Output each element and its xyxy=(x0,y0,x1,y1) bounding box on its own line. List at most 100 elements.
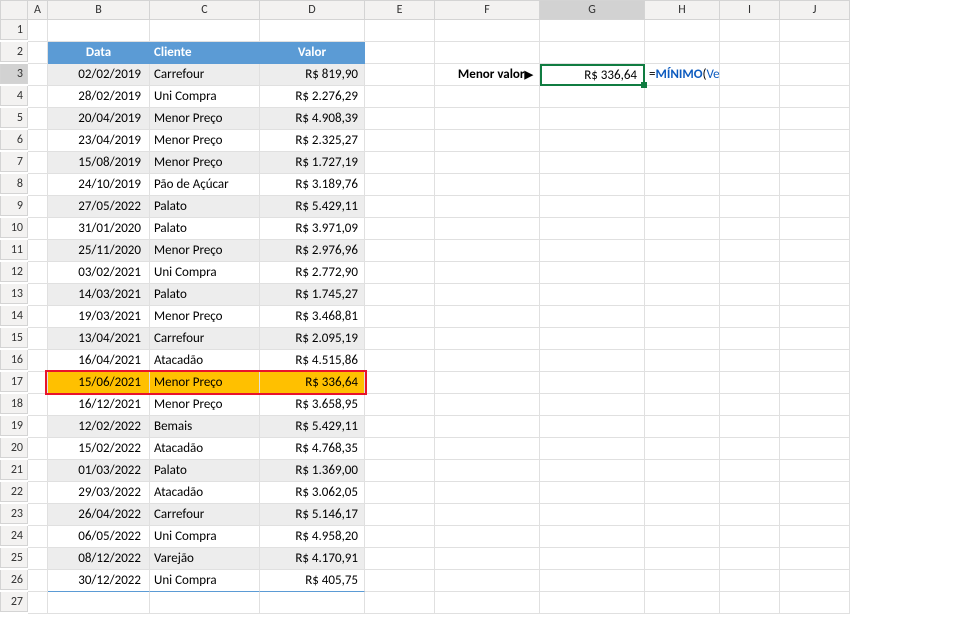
table-row-cliente[interactable]: Palato xyxy=(150,284,260,306)
cell-F11[interactable] xyxy=(435,240,540,262)
cell-I13[interactable] xyxy=(720,284,780,306)
cell-J7[interactable] xyxy=(780,152,850,174)
cell-J24[interactable] xyxy=(780,526,850,548)
cell-E24[interactable] xyxy=(365,526,435,548)
cell-J11[interactable] xyxy=(780,240,850,262)
table-row-valor[interactable]: R$ 1.369,00 xyxy=(260,460,365,482)
cell-A14[interactable] xyxy=(28,306,48,328)
cell-G14[interactable] xyxy=(540,306,645,328)
cell-I12[interactable] xyxy=(720,262,780,284)
table-row-date[interactable]: 28/02/2019 xyxy=(48,86,150,108)
cell-J18[interactable] xyxy=(780,394,850,416)
row-header-27[interactable]: 27 xyxy=(0,592,28,612)
table-row-cliente[interactable]: Carrefour xyxy=(150,504,260,526)
table-row-date[interactable]: 29/03/2022 xyxy=(48,482,150,504)
table-row-cliente[interactable]: Menor Preço xyxy=(150,152,260,174)
cell-A8[interactable] xyxy=(28,174,48,196)
table-row-valor[interactable]: R$ 4.768,35 xyxy=(260,438,365,460)
cell-F6[interactable] xyxy=(435,130,540,152)
table-row-date[interactable]: 16/12/2021 xyxy=(48,394,150,416)
cell-I3[interactable] xyxy=(720,64,780,86)
cell-C27[interactable] xyxy=(150,592,260,614)
cell-E22[interactable] xyxy=(365,482,435,504)
cell-G6[interactable] xyxy=(540,130,645,152)
cell-G23[interactable] xyxy=(540,504,645,526)
cell-A20[interactable] xyxy=(28,438,48,460)
cell-F7[interactable] xyxy=(435,152,540,174)
row-header-11[interactable]: 11 xyxy=(0,240,28,260)
cell-A25[interactable] xyxy=(28,548,48,570)
row-header-9[interactable]: 9 xyxy=(0,196,28,216)
cell-D27[interactable] xyxy=(260,592,365,614)
cell-I19[interactable] xyxy=(720,416,780,438)
table-row-valor[interactable]: R$ 1.745,27 xyxy=(260,284,365,306)
cell-I26[interactable] xyxy=(720,570,780,592)
cell-E17[interactable] xyxy=(365,372,435,394)
table-row-valor[interactable]: R$ 819,90 xyxy=(260,64,365,86)
row-header-12[interactable]: 12 xyxy=(0,262,28,282)
cell-F4[interactable] xyxy=(435,86,540,108)
cell-H7[interactable] xyxy=(645,152,720,174)
cell-E9[interactable] xyxy=(365,196,435,218)
row-header-16[interactable]: 16 xyxy=(0,350,28,370)
cell-I21[interactable] xyxy=(720,460,780,482)
cell-A23[interactable] xyxy=(28,504,48,526)
row-header-10[interactable]: 10 xyxy=(0,218,28,238)
cell-F17[interactable] xyxy=(435,372,540,394)
cell-E5[interactable] xyxy=(365,108,435,130)
cell-I27[interactable] xyxy=(720,592,780,614)
cell-J19[interactable] xyxy=(780,416,850,438)
cell-F23[interactable] xyxy=(435,504,540,526)
cell-A7[interactable] xyxy=(28,152,48,174)
cell-I17[interactable] xyxy=(720,372,780,394)
table-row-cliente[interactable]: Pão de Açúcar xyxy=(150,174,260,196)
table-row-date[interactable]: 12/02/2022 xyxy=(48,416,150,438)
table-row-valor[interactable]: R$ 4.515,86 xyxy=(260,350,365,372)
cell-J5[interactable] xyxy=(780,108,850,130)
cell-J22[interactable] xyxy=(780,482,850,504)
row-header-6[interactable]: 6 xyxy=(0,130,28,150)
cell-E6[interactable] xyxy=(365,130,435,152)
table-row-date[interactable]: 25/11/2020 xyxy=(48,240,150,262)
cell-G16[interactable] xyxy=(540,350,645,372)
cell-F22[interactable] xyxy=(435,482,540,504)
cell-I9[interactable] xyxy=(720,196,780,218)
cell-J9[interactable] xyxy=(780,196,850,218)
cell-H2[interactable] xyxy=(645,42,720,64)
table-row-date[interactable]: 24/10/2019 xyxy=(48,174,150,196)
cell-I23[interactable] xyxy=(720,504,780,526)
cell-J4[interactable] xyxy=(780,86,850,108)
table-row-valor[interactable]: R$ 2.325,27 xyxy=(260,130,365,152)
cell-I10[interactable] xyxy=(720,218,780,240)
table-row-date[interactable]: 31/01/2020 xyxy=(48,218,150,240)
table-row-valor[interactable]: R$ 2.772,90 xyxy=(260,262,365,284)
cell-E20[interactable] xyxy=(365,438,435,460)
cell-G7[interactable] xyxy=(540,152,645,174)
cell-H12[interactable] xyxy=(645,262,720,284)
cell-J8[interactable] xyxy=(780,174,850,196)
table-row-cliente[interactable]: Menor Preço xyxy=(150,240,260,262)
cell-H6[interactable] xyxy=(645,130,720,152)
cell-I11[interactable] xyxy=(720,240,780,262)
cell-H8[interactable] xyxy=(645,174,720,196)
cell-E10[interactable] xyxy=(365,218,435,240)
cell-E7[interactable] xyxy=(365,152,435,174)
row-header-21[interactable]: 21 xyxy=(0,460,28,480)
cell-A11[interactable] xyxy=(28,240,48,262)
table-row-cliente[interactable]: Menor Preço xyxy=(150,306,260,328)
col-header-F[interactable]: F xyxy=(435,0,540,20)
cell-H13[interactable] xyxy=(645,284,720,306)
cell-A6[interactable] xyxy=(28,130,48,152)
table-row-date[interactable]: 15/06/2021 xyxy=(48,372,150,394)
cell-F1[interactable] xyxy=(435,20,540,42)
table-row-cliente[interactable]: Atacadão xyxy=(150,350,260,372)
cell-F25[interactable] xyxy=(435,548,540,570)
table-row-cliente[interactable]: Varejão xyxy=(150,548,260,570)
selection-fill-handle[interactable] xyxy=(641,82,647,88)
cell-I16[interactable] xyxy=(720,350,780,372)
cell-G25[interactable] xyxy=(540,548,645,570)
cell-G12[interactable] xyxy=(540,262,645,284)
cell-A21[interactable] xyxy=(28,460,48,482)
table-row-valor[interactable]: R$ 4.958,20 xyxy=(260,526,365,548)
table-row-cliente[interactable]: Carrefour xyxy=(150,328,260,350)
